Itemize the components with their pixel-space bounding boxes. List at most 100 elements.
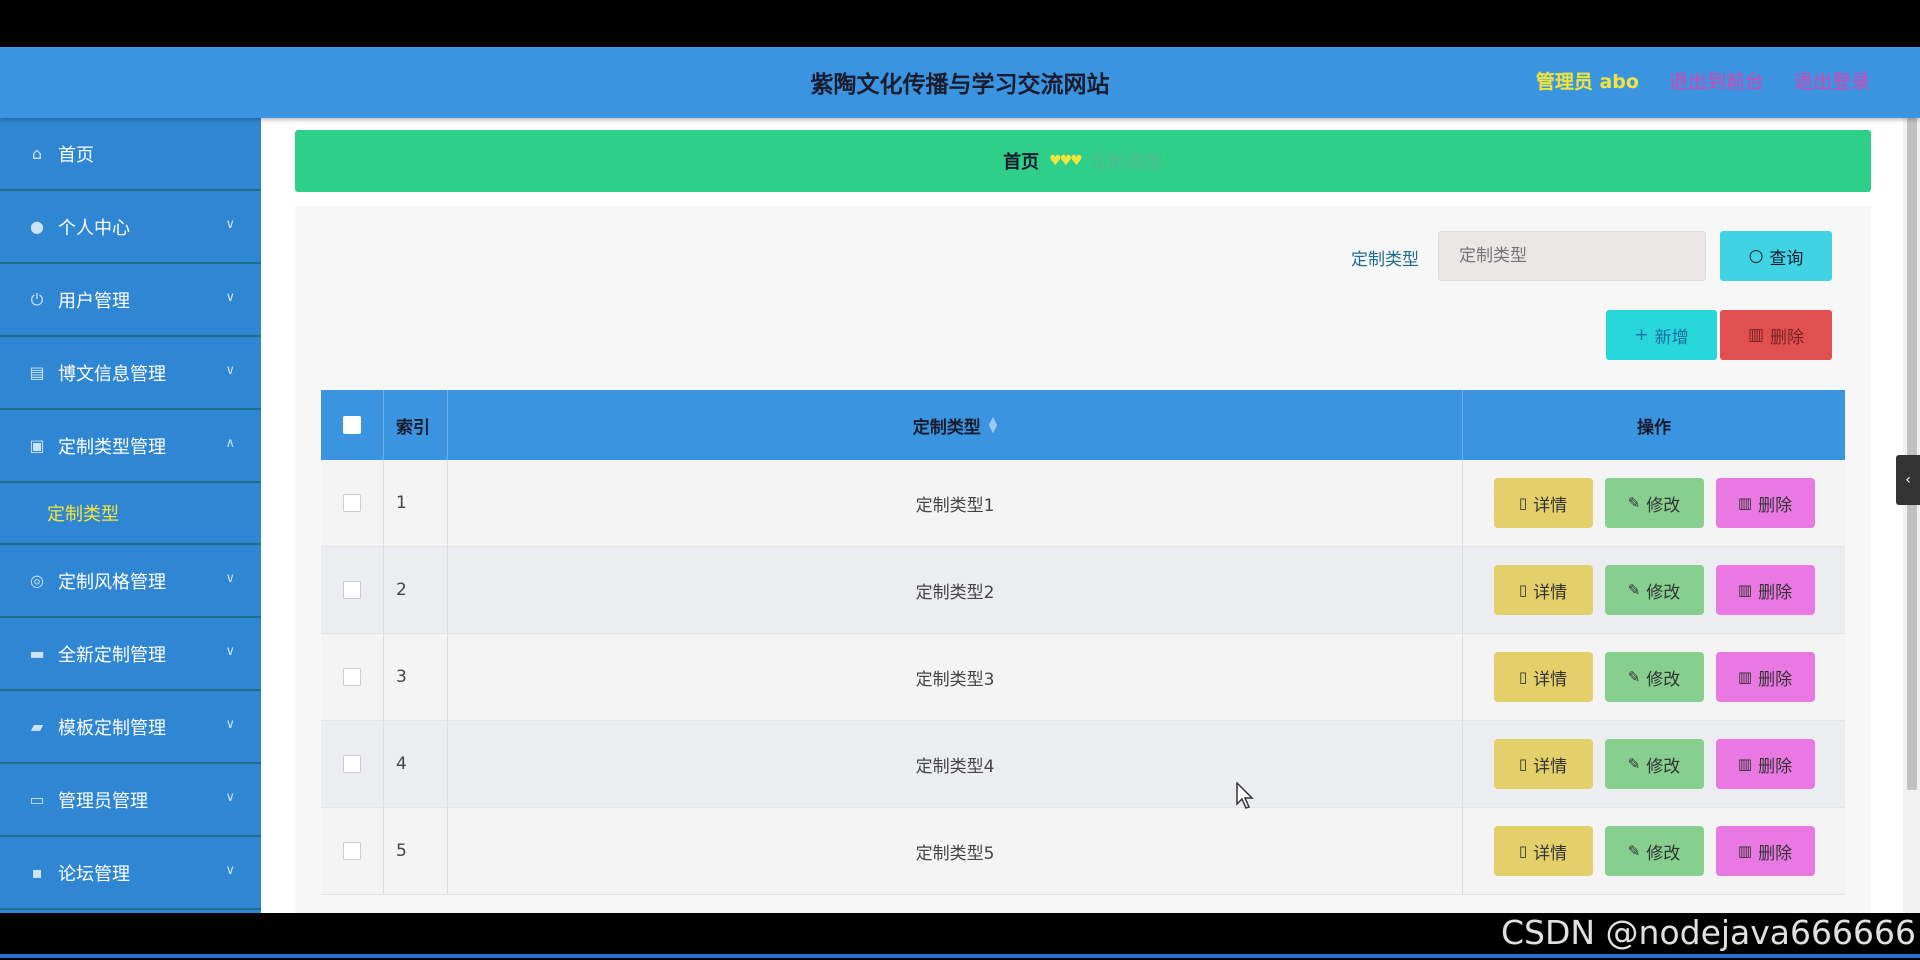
sidebar-item-home[interactable]: ⌂ 首页	[0, 118, 261, 191]
document-icon: ▯	[1518, 755, 1528, 773]
delete-button[interactable]: ▥ 删除	[1715, 478, 1815, 528]
row-actions: ▯ 详情 ✎ 修改 ▥ 删除	[1463, 808, 1845, 894]
user-icon: ●	[30, 217, 44, 236]
trash-icon: ▥	[1737, 755, 1753, 773]
chevron-down-icon: ∨	[225, 863, 235, 878]
row-checkbox[interactable]	[343, 842, 361, 860]
trash-icon: ▥	[1737, 581, 1753, 599]
select-all-checkbox[interactable]	[343, 416, 361, 434]
detail-button[interactable]: ▯ 详情	[1493, 826, 1593, 876]
batch-delete-button[interactable]: ▥ 删除	[1720, 310, 1832, 360]
mouse-cursor-icon	[1236, 782, 1254, 809]
delete-button[interactable]: ▥ 删除	[1715, 565, 1815, 615]
breadcrumb-home[interactable]: 首页	[1003, 148, 1039, 174]
chevron-up-icon: ∧	[225, 436, 235, 451]
scrollbar-thumb[interactable]	[1907, 118, 1917, 790]
row-actions: ▯ 详情 ✎ 修改 ▥ 删除	[1463, 634, 1845, 720]
add-button[interactable]: + 新增	[1606, 310, 1717, 360]
row-index: 5	[384, 808, 448, 894]
row-checkbox[interactable]	[343, 581, 361, 599]
detail-label: 详情	[1533, 495, 1568, 516]
pencil-icon: ✎	[1627, 494, 1641, 512]
delete-label: 删除	[1758, 495, 1793, 516]
detail-button[interactable]: ▯ 详情	[1493, 478, 1593, 528]
clipboard-icon: ▤	[29, 363, 45, 382]
document-icon: ▯	[1518, 581, 1528, 599]
sidebar-item-label: 定制类型管理	[58, 436, 166, 458]
collapse-panel-toggle[interactable]: ‹	[1896, 455, 1920, 505]
chat-icon: ▪	[31, 863, 43, 882]
pencil-icon: ✎	[1627, 668, 1641, 686]
video-progress-bar[interactable]	[0, 954, 1920, 958]
row-checkbox-cell	[321, 547, 384, 633]
batch-delete-label: 删除	[1770, 327, 1805, 348]
delete-button[interactable]: ▥ 删除	[1715, 652, 1815, 702]
sidebar-subitem-custom-type[interactable]: 定制类型	[0, 483, 261, 545]
sidebar-item-personal-center[interactable]: ● 个人中心 ∨	[0, 191, 261, 264]
sidebar-item-custom-type-management[interactable]: ▣ 定制类型管理 ∧	[0, 410, 261, 483]
edit-label: 修改	[1646, 756, 1681, 777]
detail-button[interactable]: ▯ 详情	[1493, 739, 1593, 789]
delete-button[interactable]: ▥ 删除	[1715, 739, 1815, 789]
header-type[interactable]: 定制类型 ▲ ▼	[448, 390, 1463, 460]
breadcrumb-current: 定制类型	[1090, 152, 1163, 173]
sidebar-item-new-custom-management[interactable]: ▬ 全新定制管理 ∨	[0, 618, 261, 691]
row-actions: ▯ 详情 ✎ 修改 ▥ 删除	[1463, 460, 1845, 546]
vertical-scrollbar[interactable]	[1903, 118, 1920, 913]
edit-button[interactable]: ✎ 修改	[1604, 478, 1704, 528]
row-checkbox[interactable]	[343, 668, 361, 686]
row-index: 3	[384, 634, 448, 720]
sidebar-item-forum-management[interactable]: ▪ 论坛管理 ∨	[0, 837, 261, 910]
header-ops: 操作	[1637, 417, 1671, 438]
plus-icon: +	[1634, 325, 1649, 345]
main-content: 首页 ♥♥♥ 定制类型 定制类型 ○ 查询 + 新增 ▥ 删除	[261, 118, 1903, 913]
monitor-icon: ▭	[29, 790, 45, 809]
row-index: 2	[384, 547, 448, 633]
ticket-icon: ▬	[29, 644, 45, 663]
chevron-down-icon: ∨	[225, 790, 235, 805]
screen-bottom-bar: CSDN @nodejava666666	[0, 913, 1920, 960]
logout-link[interactable]: 退出登录	[1794, 67, 1870, 94]
table-row: 1 定制类型1 ▯ 详情 ✎ 修改 ▥ 删除	[321, 460, 1845, 547]
delete-label: 删除	[1758, 669, 1793, 690]
row-checkbox[interactable]	[343, 755, 361, 773]
delete-label: 删除	[1758, 756, 1793, 777]
row-checkbox-cell	[321, 634, 384, 720]
exit-to-front-link[interactable]: 退出到前台	[1669, 67, 1764, 94]
edit-button[interactable]: ✎ 修改	[1604, 739, 1704, 789]
detail-label: 详情	[1533, 582, 1568, 603]
row-type: 定制类型2	[448, 547, 1463, 633]
chevron-down-icon: ∨	[225, 644, 235, 659]
app-window: 紫陶文化传播与学习交流网站 管理员 abo 退出到前台 退出登录 ⌂ 首页 ● …	[0, 47, 1920, 913]
sidebar-item-user-management[interactable]: ⏻ 用户管理 ∨	[0, 264, 261, 337]
row-type: 定制类型1	[448, 460, 1463, 546]
chevron-down-icon: ∨	[225, 571, 235, 586]
table-row: 2 定制类型2 ▯ 详情 ✎ 修改 ▥ 删除	[321, 547, 1845, 634]
search-input[interactable]	[1438, 231, 1706, 281]
sidebar-item-blog-management[interactable]: ▤ 博文信息管理 ∨	[0, 337, 261, 410]
header-checkbox-cell	[321, 390, 384, 460]
sidebar-item-custom-style-management[interactable]: ◎ 定制风格管理 ∨	[0, 545, 261, 618]
sidebar-item-template-management[interactable]: ▰ 模板定制管理 ∨	[0, 691, 261, 764]
watermark: CSDN @nodejava666666	[1500, 913, 1916, 952]
sidebar-item-admin-management[interactable]: ▭ 管理员管理 ∨	[0, 764, 261, 837]
sort-icon[interactable]: ▲ ▼	[989, 415, 997, 434]
breadcrumb: 首页 ♥♥♥ 定制类型	[295, 130, 1871, 192]
chevron-down-icon: ∨	[225, 290, 235, 305]
edit-button[interactable]: ✎ 修改	[1604, 826, 1704, 876]
detail-button[interactable]: ▯ 详情	[1493, 565, 1593, 615]
content-panel: 定制类型 ○ 查询 + 新增 ▥ 删除 索引	[295, 206, 1871, 913]
row-checkbox-cell	[321, 721, 384, 807]
row-checkbox-cell	[321, 808, 384, 894]
table-row: 4 定制类型4 ▯ 详情 ✎ 修改 ▥ 删除	[321, 721, 1845, 808]
edit-button[interactable]: ✎ 修改	[1604, 565, 1704, 615]
detail-button[interactable]: ▯ 详情	[1493, 652, 1593, 702]
trash-icon: ▥	[1747, 325, 1765, 345]
delete-button[interactable]: ▥ 删除	[1715, 826, 1815, 876]
search-button[interactable]: ○ 查询	[1720, 231, 1832, 281]
chevron-down-icon: ∨	[225, 717, 235, 732]
sidebar-item-label: 管理员管理	[58, 790, 148, 812]
sidebar-item-label: 模板定制管理	[58, 717, 166, 739]
edit-button[interactable]: ✎ 修改	[1604, 652, 1704, 702]
row-checkbox[interactable]	[343, 494, 361, 512]
